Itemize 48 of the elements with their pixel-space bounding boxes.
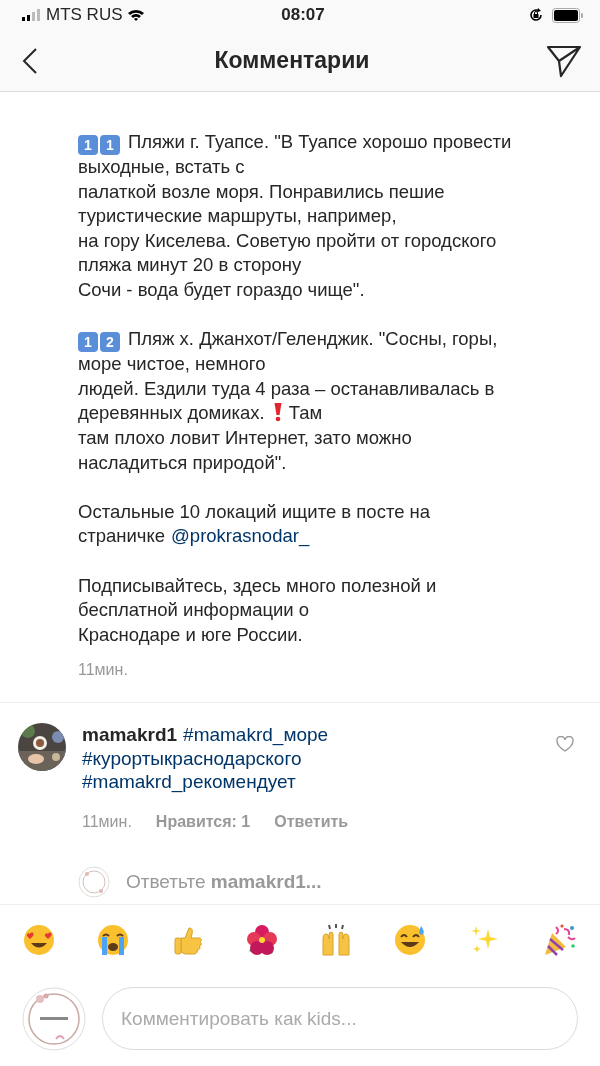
- hashtag-link[interactable]: #mamakrd_море: [183, 724, 329, 746]
- page-title: Комментарии: [214, 46, 370, 76]
- caption-text: Остальные 10 локаций ищите в посте на: [78, 500, 431, 522]
- carrier-name: MTS RUS: [46, 4, 123, 27]
- rotation-lock-icon: [528, 7, 544, 23]
- clock: 08:07: [281, 4, 325, 27]
- caption-text: Краснодаре и юге России.: [78, 623, 303, 645]
- keycap-badge: 1: [100, 135, 120, 155]
- caption-text: страничке: [78, 525, 166, 547]
- heart-eyes-face-icon[interactable]: [22, 922, 56, 957]
- avatar-icon: [22, 986, 86, 1051]
- sweat-smile-face-icon[interactable]: [393, 922, 428, 957]
- comment-field[interactable]: Комментировать как kids...: [102, 987, 578, 1051]
- heart-icon[interactable]: [556, 736, 574, 753]
- avatar-icon: [78, 865, 110, 898]
- exclamation-icon: [272, 402, 283, 423]
- wifi-icon: [126, 8, 145, 22]
- caption-text: выходные, встать с: [78, 156, 245, 177]
- caption-text: пляжа минут 20 в сторону: [78, 254, 302, 276]
- caption-text: Там: [288, 402, 323, 424]
- hashtag-link[interactable]: #mamakrd_рекомендует: [82, 771, 296, 793]
- caption-text: насладиться природой".: [78, 451, 287, 473]
- timestamp: 11мин.: [78, 659, 129, 680]
- crying-face-icon[interactable]: [96, 922, 131, 957]
- timestamp: 11мин.: [82, 811, 132, 832]
- caption-text: туристические маршруты, например,: [78, 205, 397, 227]
- caption-text: деревянных домиках.: [78, 402, 265, 424]
- caption-text: Подписывайтесь, здесь много полезной и: [78, 574, 437, 596]
- username-link[interactable]: mamakrd1: [82, 724, 178, 746]
- keycap-badge: 1: [78, 135, 98, 155]
- mention-link[interactable]: @prokrasnodar_: [171, 525, 310, 547]
- flower-icon[interactable]: [244, 922, 279, 957]
- caption-text: палаткой возле моря. Понравились пешие: [78, 180, 445, 202]
- hashtag-link[interactable]: #курортыкраснодарского: [82, 747, 302, 769]
- caption-text: бесплатной информации о: [78, 599, 310, 621]
- back-icon[interactable]: [22, 46, 38, 75]
- caption-text: Сочи - вода будет гораздо чище".: [78, 278, 365, 300]
- caption-text: Пляж х. Джанхот/Геленджик. "Сосны, горы,: [128, 328, 498, 350]
- keycap-badge: 2: [100, 332, 120, 353]
- send-icon[interactable]: [546, 43, 582, 78]
- battery-icon: [552, 7, 584, 23]
- caption-text: Пляжи г. Туапсе. "В Туапсе хорошо провести: [128, 131, 512, 152]
- caption-text: море чистое, немного: [78, 353, 266, 375]
- signal-icon: [22, 9, 42, 21]
- keycap-badge: 1: [78, 332, 98, 353]
- caption-text: людей. Ездили туда 4 раза – останавливалась в: [78, 377, 495, 399]
- caption-text: на гору Киселева. Советую пройти от городского: [78, 229, 497, 251]
- caption-text: там плохо ловит Интернет, зато можно: [78, 426, 412, 448]
